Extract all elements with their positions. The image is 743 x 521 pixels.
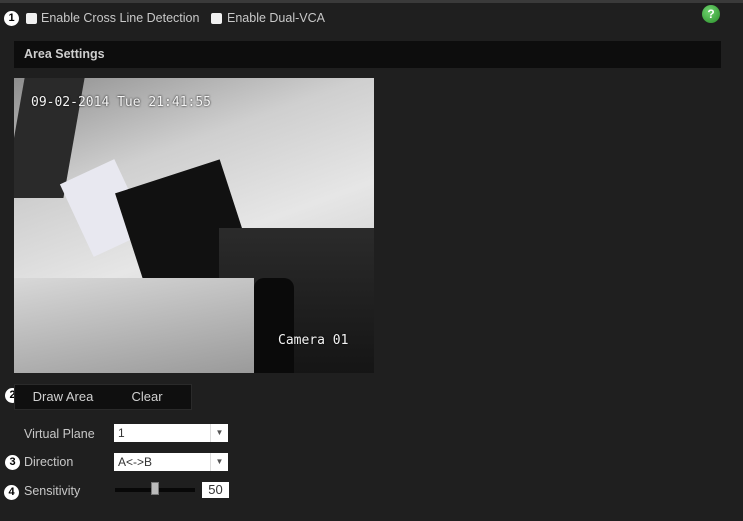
video-scene-floor [14,278,254,373]
sensitivity-value[interactable]: 50 [202,482,229,498]
enable-cross-line-label: Enable Cross Line Detection [41,11,200,25]
chevron-down-icon: ▼ [210,424,228,442]
direction-select[interactable]: A<->B ▼ [114,453,228,471]
enable-dual-vca-label: Enable Dual-VCA [227,11,325,25]
draw-area-button[interactable]: Draw Area [23,385,103,409]
area-settings-title: Area Settings [24,47,105,61]
draw-toolbar: Draw Area Clear [14,384,192,410]
callout-1: 1 [4,11,19,26]
virtual-plane-select[interactable]: 1 ▼ [114,424,228,442]
video-scene-person [254,278,294,373]
virtual-plane-label: Virtual Plane [24,427,95,441]
chevron-down-icon: ▼ [210,453,228,471]
virtual-plane-value: 1 [118,426,125,440]
direction-label: Direction [24,455,74,469]
enable-dual-vca-checkbox[interactable] [211,13,222,24]
callout-3: 3 [5,455,20,470]
callout-4: 4 [4,485,19,500]
video-timestamp: 09-02-2014 Tue 21:41:55 [31,95,212,110]
video-camera-name: Camera 01 [278,333,349,348]
direction-value: A<->B [118,455,153,469]
sensitivity-label: Sensitivity [24,484,81,498]
clear-button[interactable]: Clear [105,385,189,409]
enable-cross-line-checkbox[interactable] [26,13,37,24]
sensitivity-slider-thumb[interactable] [151,482,159,495]
top-border [0,0,743,3]
video-preview[interactable]: 09-02-2014 Tue 21:41:55 Camera 01 [14,78,374,373]
help-icon[interactable]: ? [702,5,720,23]
area-settings-header: Area Settings [14,41,721,68]
